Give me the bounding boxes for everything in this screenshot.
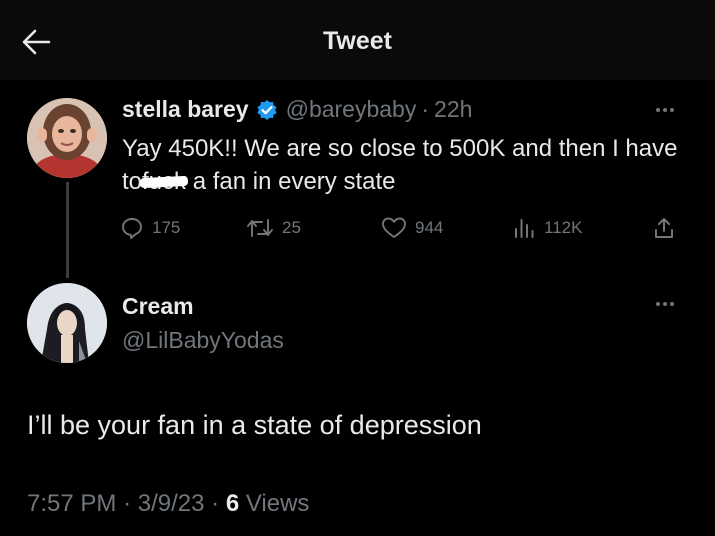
avatar-image (27, 283, 107, 363)
avatar[interactable] (27, 98, 107, 178)
retweet-icon (247, 219, 273, 237)
author-handle[interactable]: @bareybaby (286, 96, 417, 123)
more-options-button[interactable] (650, 100, 680, 120)
tweet-author-row: stella barey @bareybaby · 22h (122, 96, 472, 123)
reply-count: 175 (152, 218, 181, 237)
tweet-meta: 7:57 PM · 3/9/23 · 6 Views (27, 490, 309, 518)
meta-views-count: 6 (225, 490, 240, 517)
more-dot-icon (656, 302, 660, 306)
more-dot-icon (670, 108, 674, 112)
heart-icon (382, 217, 406, 238)
share-button[interactable] (652, 216, 676, 240)
avatar-image (27, 98, 107, 178)
more-options-button[interactable] (650, 294, 680, 314)
views-button[interactable]: 112K (512, 216, 582, 240)
tweet-text-part: a fan in every state (186, 168, 396, 195)
separator-dot: · (421, 96, 430, 122)
meta-time[interactable]: 7:57 PM (27, 490, 116, 517)
more-dot-icon (656, 108, 660, 112)
avatar[interactable] (27, 283, 107, 363)
meta-date[interactable]: 3/9/23 (138, 490, 205, 517)
more-dot-icon (670, 302, 674, 306)
like-count: 944 (415, 218, 444, 237)
struck-word: fuck (139, 165, 189, 198)
views-count: 112K (544, 218, 583, 237)
separator-dot: · (211, 490, 220, 517)
reply-button[interactable]: 175 (120, 216, 180, 240)
separator-dot: · (123, 490, 132, 517)
reply-author-handle[interactable]: @LilBabyYodas (122, 327, 284, 354)
page-title: Tweet (323, 27, 392, 55)
analytics-icon (515, 219, 534, 238)
retweet-button[interactable]: 25 (246, 216, 301, 240)
retweet-count: 25 (282, 218, 301, 237)
top-bar: Tweet (0, 0, 715, 80)
reply-author-name[interactable]: Cream (122, 293, 194, 320)
author-name[interactable]: stella barey (122, 96, 249, 123)
reply-text: I’ll be your fan in a state of depressio… (27, 410, 482, 440)
like-button[interactable]: 944 (381, 216, 443, 240)
reply-icon (122, 218, 142, 239)
tweet-time[interactable]: 22h (434, 96, 472, 123)
censor-bar (139, 175, 189, 188)
more-dot-icon (663, 302, 667, 306)
tweet-actions: 175 25 944 112K (0, 212, 715, 246)
tweet-text: Yay 450K!! We are so close to 500K and t… (122, 132, 702, 198)
share-icon (655, 218, 673, 238)
more-dot-icon (663, 108, 667, 112)
meta-views-label: Views (245, 490, 310, 517)
verified-badge-icon (256, 99, 278, 121)
